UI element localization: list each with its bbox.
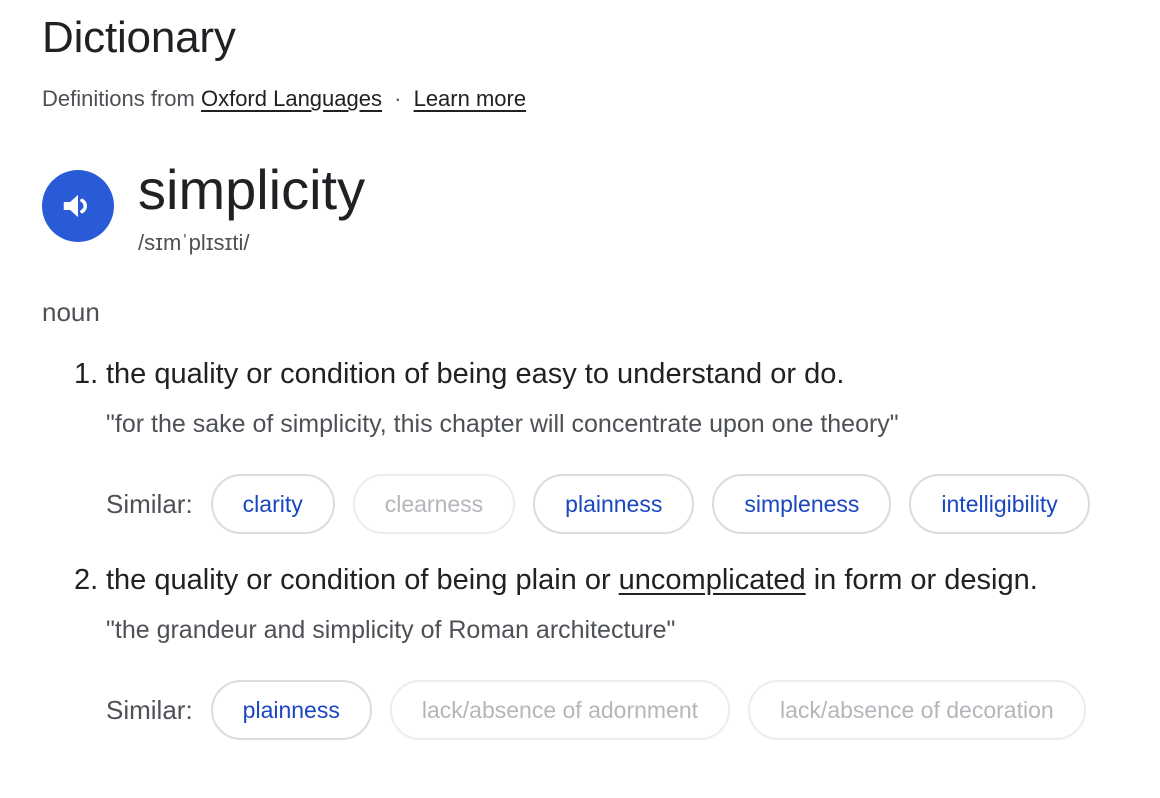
sense-number: 1. [74,358,99,390]
phonetic-transcription: /sɪmˈplɪsɪti/ [138,230,250,255]
definition-text: in form or design. [805,564,1038,596]
synonym-chip-lack-absence-of-adornment: lack/absence of adornment [389,680,731,740]
similar-row: Similar: clarity clearness plainness sim… [106,472,1108,536]
separator-dot: · [394,86,402,111]
synonym-chip-clarity[interactable]: clarity [210,474,335,534]
synonym-chip-intelligibility[interactable]: intelligibility [909,474,1090,534]
synonym-chip-plainness[interactable]: plainness [210,680,372,740]
definition-text: the quality or condition of being plain … [106,564,619,596]
volume-up-icon [63,194,87,218]
sense-example: "for the sake of simplicity, this chapte… [106,410,899,438]
oxford-languages-link[interactable]: Oxford Languages [201,86,382,111]
synonym-chip-clearness: clearness [352,474,516,534]
source-line: Definitions from Oxford Languages · Lear… [42,84,526,114]
pronunciation-speaker-button[interactable] [42,170,114,242]
synonym-chip-lack-absence-of-decoration: lack/absence of decoration [748,680,1086,740]
similar-row: Similar: plainness lack/absence of adorn… [106,678,1104,742]
synonym-chip-plainness[interactable]: plainness [533,474,695,534]
sense-example: "the grandeur and simplicity of Roman ar… [106,616,676,644]
uncomplicated-link[interactable]: uncomplicated [619,564,806,596]
sense-definition: the quality or condition of being easy t… [106,358,845,390]
headword: simplicity [138,158,366,221]
part-of-speech: noun [42,297,100,327]
sense-definition: the quality or condition of being plain … [106,562,1038,598]
dictionary-title: Dictionary [42,13,236,62]
synonym-chip-simpleness[interactable]: simpleness [712,474,892,534]
sense-number: 2. [74,564,99,596]
learn-more-link[interactable]: Learn more [414,86,527,111]
similar-label: Similar: [106,694,193,725]
source-prefix: Definitions from [42,86,195,111]
similar-label: Similar: [106,488,193,519]
